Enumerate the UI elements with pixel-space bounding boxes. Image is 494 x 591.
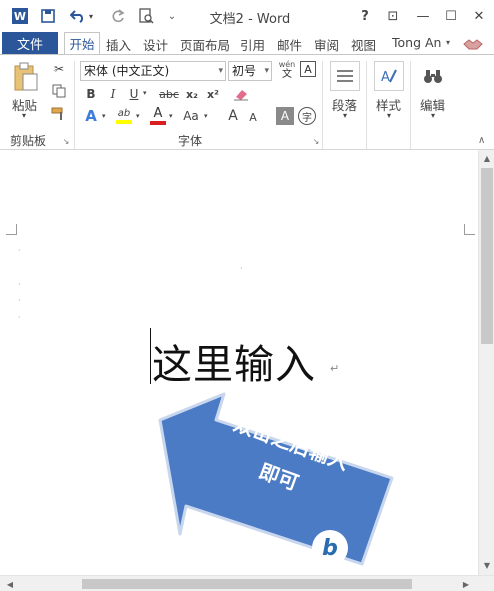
ribbon-display-options-button[interactable]: ⊡: [382, 6, 404, 26]
help-button[interactable]: ?: [354, 6, 376, 26]
group-separator: [366, 61, 367, 149]
change-case-button[interactable]: Aa: [180, 107, 202, 125]
tab-mailings[interactable]: 邮件: [277, 35, 302, 53]
font-color-dropdown-icon[interactable]: ▾: [169, 112, 173, 120]
site-logo: b: [312, 530, 348, 566]
undo-icon[interactable]: [68, 6, 88, 26]
phonetic-guide-char: 文: [282, 69, 292, 80]
maximize-button[interactable]: ☐: [440, 6, 462, 26]
horizontal-scroll-thumb[interactable]: [82, 579, 412, 589]
print-preview-icon[interactable]: [136, 6, 156, 26]
styles-icon[interactable]: A: [374, 61, 404, 91]
tab-review[interactable]: 审阅: [314, 35, 339, 53]
tab-page-layout[interactable]: 页面布局: [180, 35, 230, 53]
close-button[interactable]: ✕: [468, 6, 490, 26]
highlight-dropdown-icon[interactable]: ▾: [136, 112, 140, 120]
redo-icon[interactable]: [108, 6, 128, 26]
minimize-button[interactable]: —: [412, 6, 434, 26]
highlight-color-bar: [116, 120, 132, 124]
ribbon-tabs: 文件 开始 插入 设计 页面布局 引用 邮件 审阅 视图 Tong An ▾: [0, 32, 494, 54]
font-color-bar: [150, 121, 166, 125]
font-size-value: 初号: [232, 64, 257, 78]
font-group-label: 字体: [178, 134, 203, 148]
save-icon[interactable]: [38, 6, 58, 26]
group-separator: [410, 61, 411, 149]
copy-icon[interactable]: [50, 82, 68, 100]
tab-home[interactable]: 开始: [64, 32, 100, 54]
character-shading-button[interactable]: A: [276, 107, 294, 125]
highlight-button[interactable]: ab: [114, 106, 134, 126]
enclose-characters-button[interactable]: 字: [298, 107, 316, 125]
tab-view[interactable]: 视图: [351, 35, 376, 53]
text-effects-button[interactable]: A: [82, 107, 100, 125]
paste-dropdown-icon[interactable]: ▾: [22, 111, 26, 120]
font-color-button[interactable]: A: [148, 106, 168, 126]
clear-formatting-icon[interactable]: [232, 85, 250, 103]
font-size-dropdown-icon[interactable]: ▾: [264, 62, 269, 80]
tab-insert[interactable]: 插入: [106, 35, 131, 53]
subscript-button[interactable]: x₂: [183, 85, 201, 103]
vertical-scrollbar[interactable]: ▲ ▼: [478, 150, 494, 575]
font-color-letter: A: [153, 106, 163, 121]
user-avatar[interactable]: [460, 33, 486, 53]
scroll-right-icon[interactable]: ▶: [460, 578, 472, 590]
styles-dropdown-icon[interactable]: ▾: [387, 111, 391, 120]
paragraph-dot: ·: [18, 296, 21, 305]
horizontal-scrollbar[interactable]: ◀ ▶: [0, 575, 494, 591]
undo-dropdown-icon[interactable]: ▾: [86, 6, 96, 26]
title-bar: W ▾ ⌄ 文档2 - Word ? ⊡ — ☐ ✕: [0, 0, 494, 32]
window-title: 文档2 - Word: [209, 12, 291, 27]
font-name-dropdown-icon[interactable]: ▾: [218, 62, 223, 80]
superscript-button[interactable]: x²: [204, 85, 222, 103]
text-effects-dropdown-icon[interactable]: ▾: [102, 112, 106, 120]
phonetic-guide-button[interactable]: wén 文: [278, 59, 296, 81]
scroll-up-icon[interactable]: ▲: [481, 152, 493, 164]
font-name-combo[interactable]: 宋体 (中文正文) ▾: [80, 61, 226, 81]
cut-icon[interactable]: ✂: [50, 60, 68, 78]
svg-text:A: A: [381, 70, 390, 85]
tab-file[interactable]: 文件: [2, 32, 58, 54]
margin-mark-top-right: [464, 224, 475, 235]
clipboard-launcher-icon[interactable]: ↘: [62, 137, 70, 146]
margin-mark-top-left: [6, 224, 17, 235]
italic-button[interactable]: I: [104, 85, 122, 103]
ribbon-home: 粘贴 ▾ ✂ 剪贴板 ↘ 宋体 (中文正文) ▾ 初号 ▾ wén 文 A B I …: [0, 54, 494, 150]
highlight-letters: ab: [117, 108, 131, 119]
shrink-font-button[interactable]: A: [244, 108, 262, 126]
group-separator: [322, 61, 323, 149]
paragraph-icon[interactable]: [330, 61, 360, 91]
vertical-scroll-thumb[interactable]: [481, 168, 493, 344]
customize-qat-icon[interactable]: ⌄: [162, 6, 182, 26]
paste-icon[interactable]: [12, 61, 40, 93]
underline-dropdown-icon[interactable]: ▾: [143, 89, 147, 97]
tab-references[interactable]: 引用: [240, 35, 265, 53]
user-dropdown-icon[interactable]: ▾: [446, 38, 450, 47]
grow-font-button[interactable]: A: [224, 107, 242, 125]
group-separator: [74, 61, 75, 149]
font-name-value: 宋体 (中文正文): [84, 64, 170, 78]
collapse-ribbon-icon[interactable]: ∧: [478, 135, 485, 146]
tab-design[interactable]: 设计: [143, 35, 168, 53]
find-binoculars-icon[interactable]: [418, 61, 448, 91]
change-case-dropdown-icon[interactable]: ▾: [204, 112, 208, 120]
paragraph-dot: ·: [18, 280, 21, 289]
user-name[interactable]: Tong An: [392, 35, 441, 50]
underline-button[interactable]: U: [125, 85, 143, 103]
font-launcher-icon[interactable]: ↘: [312, 137, 320, 146]
paragraph-dot: ·: [18, 246, 21, 255]
font-size-combo[interactable]: 初号 ▾: [228, 61, 272, 81]
clipboard-group-label: 剪贴板: [10, 134, 47, 148]
bold-button[interactable]: B: [82, 85, 100, 103]
word-app-icon[interactable]: W: [10, 6, 30, 26]
paragraph-dot: ·: [18, 313, 21, 322]
paragraph-dot: ·: [240, 264, 243, 273]
paragraph-dropdown-icon[interactable]: ▾: [343, 111, 347, 120]
scroll-down-icon[interactable]: ▼: [481, 559, 493, 571]
scroll-left-icon[interactable]: ◀: [4, 578, 16, 590]
strikethrough-button[interactable]: abc: [158, 85, 180, 103]
format-painter-icon[interactable]: [50, 105, 68, 123]
character-border-button[interactable]: A: [300, 61, 316, 77]
editing-dropdown-icon[interactable]: ▾: [431, 111, 435, 120]
